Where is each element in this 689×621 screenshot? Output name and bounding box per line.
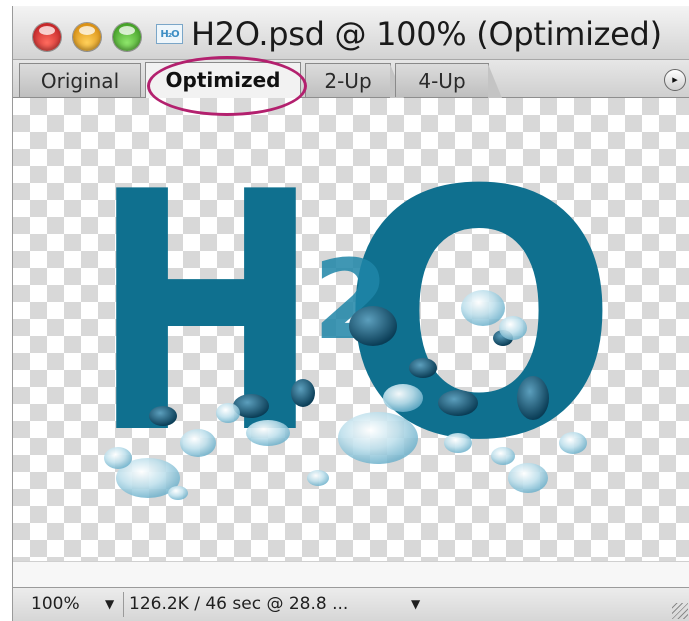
tab-original[interactable]: Original bbox=[19, 63, 141, 97]
tab-menu-arrow-icon[interactable]: ▸ bbox=[664, 69, 686, 91]
h2o-artwork: H O 2 bbox=[91, 119, 619, 515]
close-window-button[interactable] bbox=[33, 23, 61, 51]
image-canvas[interactable]: H O 2 bbox=[13, 98, 689, 561]
document-window: H₂O H2O.psd @ 100% (Optimized) Original … bbox=[12, 6, 689, 621]
resize-grip-icon[interactable] bbox=[672, 603, 688, 619]
tab-optimized[interactable]: Optimized bbox=[145, 62, 301, 98]
status-divider bbox=[123, 592, 124, 617]
info-dropdown-arrow-icon[interactable]: ▼ bbox=[411, 588, 420, 621]
optimization-info[interactable]: 126.2K / 46 sec @ 28.8 ... bbox=[129, 588, 348, 621]
view-tab-bar: Original Optimized 2-Up 4-Up ▸ bbox=[13, 60, 689, 98]
title-bar[interactable]: H₂O H2O.psd @ 100% (Optimized) bbox=[13, 6, 689, 60]
tab-4-up[interactable]: 4-Up bbox=[395, 63, 502, 98]
psd-document-icon: H₂O bbox=[156, 24, 183, 44]
zoom-level[interactable]: 100% bbox=[31, 588, 80, 621]
zoom-window-button[interactable] bbox=[113, 23, 141, 51]
zoom-dropdown-arrow-icon[interactable]: ▼ bbox=[105, 588, 114, 621]
status-bar: 100% ▼ 126.2K / 46 sec @ 28.8 ... ▼ bbox=[13, 587, 689, 621]
window-title: H2O.psd @ 100% (Optimized) bbox=[191, 15, 662, 53]
canvas-bottom-strip bbox=[13, 561, 689, 587]
minimize-window-button[interactable] bbox=[73, 23, 101, 51]
tab-2-up[interactable]: 2-Up bbox=[305, 63, 404, 98]
